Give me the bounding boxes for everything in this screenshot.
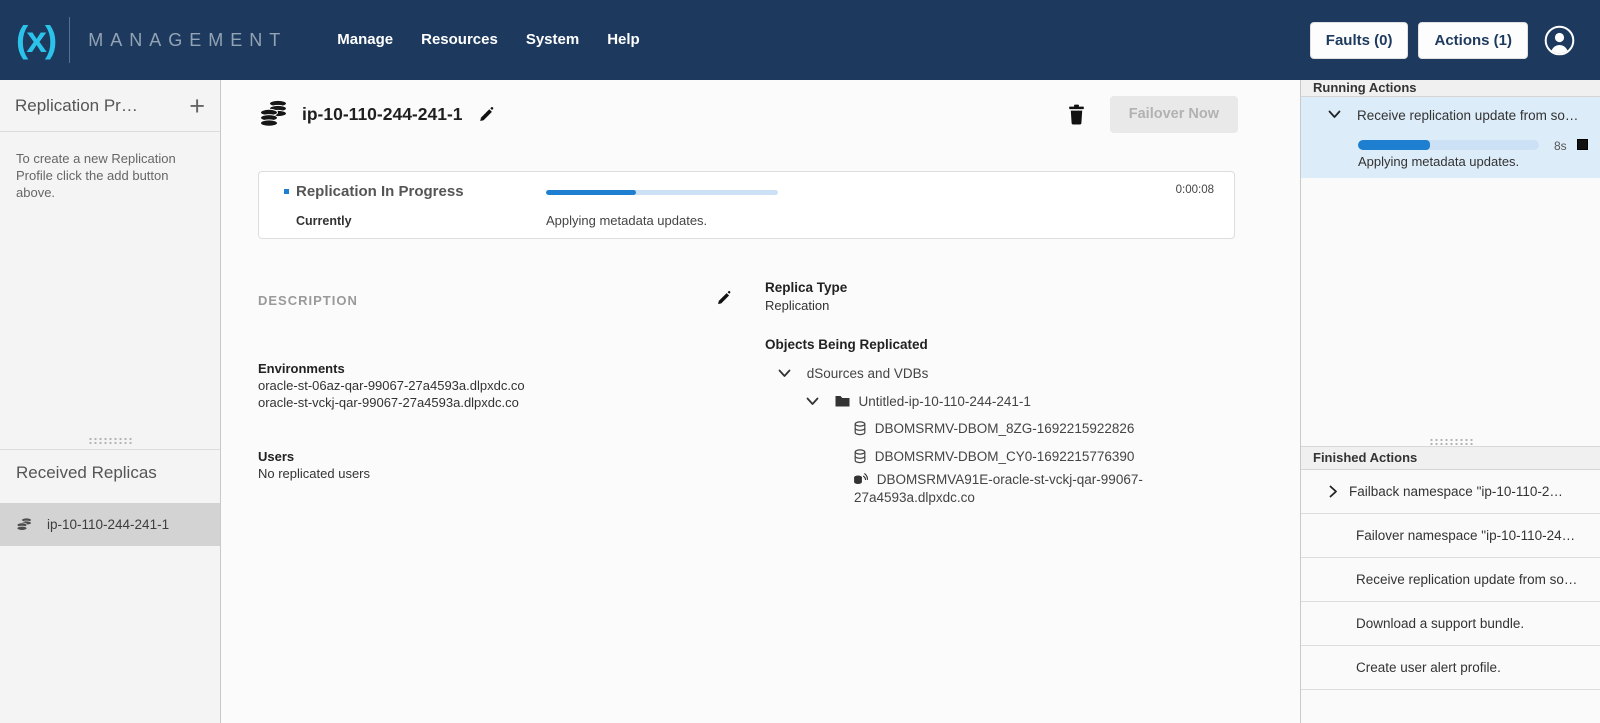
finished-actions-header: Finished Actions — [1301, 446, 1600, 470]
menu-item-system[interactable]: System — [512, 0, 593, 80]
currently-label: Currently — [296, 214, 352, 228]
database-icon — [854, 421, 866, 436]
menu-item-manage[interactable]: Manage — [323, 0, 407, 80]
tree-group-row: Untitled-ip-10-110-244-241-1 — [806, 393, 1031, 409]
replication-profiles-title: Replication Pr… — [15, 96, 189, 116]
stacked-databases-icon — [259, 99, 289, 130]
replica-title-row: ip-10-110-244-241-1 Failover Now — [259, 95, 1238, 133]
currently-value: Applying metadata updates. — [546, 213, 707, 228]
sidebar-item-received-replica[interactable]: ip-10-110-244-241-1 — [0, 503, 220, 546]
actions-panel: Running Actions Receive replication upda… — [1300, 80, 1600, 723]
replication-progress-fill — [546, 190, 636, 195]
finished-action-row[interactable]: Receive replication update from so… — [1301, 558, 1600, 602]
page-title: ip-10-110-244-241-1 — [302, 104, 463, 125]
profiles-empty-hint: To create a new Replication Profile clic… — [16, 150, 208, 201]
finished-action-label: Download a support bundle. — [1356, 616, 1524, 631]
finished-action-label: Receive replication update from so… — [1356, 572, 1577, 587]
running-action-item[interactable]: Receive replication update from so… 8s A… — [1301, 97, 1600, 178]
app-window: (x) MANAGEMENT Manage Resources System H… — [0, 0, 1600, 723]
menu-item-resources[interactable]: Resources — [407, 0, 512, 80]
edit-description-pencil-icon[interactable] — [716, 290, 732, 306]
chevron-down-icon[interactable] — [806, 397, 819, 406]
chevron-down-icon[interactable] — [778, 369, 791, 378]
environment-item: oracle-st-vckj-qar-99067-27a4593a.dlpxdc… — [258, 394, 525, 411]
elapsed-time: 0:00:08 — [1176, 184, 1214, 196]
nav-right-group: Faults (0) Actions (1) — [1300, 22, 1575, 59]
nav-divider — [69, 17, 70, 63]
finished-action-label: Failover namespace "ip-10-110-24… — [1356, 528, 1575, 543]
replication-progress-card: Replication In Progress 0:00:08 Currentl… — [258, 171, 1235, 239]
top-navbar: (x) MANAGEMENT Manage Resources System H… — [0, 0, 1600, 80]
failover-now-button[interactable]: Failover Now — [1110, 96, 1238, 133]
tree-db-row: DBOMSRMV-DBOM_8ZG-1692215922826 — [854, 420, 1154, 436]
product-name: MANAGEMENT — [88, 30, 287, 51]
description-row: DESCRIPTION — [258, 292, 718, 310]
users-value: No replicated users — [258, 465, 370, 482]
chevron-down-icon[interactable] — [1328, 110, 1341, 119]
finished-action-label: Failback namespace "ip-10-110-2… — [1349, 484, 1563, 499]
database-icon — [854, 449, 866, 464]
running-action-detail: Applying metadata updates. — [1358, 154, 1519, 169]
delete-trash-icon[interactable] — [1067, 104, 1086, 125]
content-area: Replication Pr… + To create a new Replic… — [0, 80, 1600, 723]
finished-action-row[interactable]: Failover namespace "ip-10-110-24… — [1301, 514, 1600, 558]
status-bullet-icon — [284, 189, 289, 194]
replica-type-value: Replication — [765, 298, 829, 313]
left-sidebar: Replication Pr… + To create a new Replic… — [0, 80, 221, 723]
folder-icon — [835, 395, 850, 407]
sidebar-separator — [0, 449, 220, 450]
finished-action-row[interactable]: Download a support bundle. — [1301, 602, 1600, 646]
tree-root-row: dSources and VDBs — [778, 365, 928, 381]
description-label: DESCRIPTION — [258, 293, 358, 308]
replication-progress-bar — [546, 190, 778, 195]
stop-action-button[interactable] — [1577, 139, 1588, 150]
actions-button[interactable]: Actions (1) — [1418, 22, 1528, 59]
main-panel: ip-10-110-244-241-1 Failover Now — [221, 80, 1300, 723]
edit-title-pencil-icon[interactable] — [478, 106, 495, 123]
delphix-logo-icon: (x) — [16, 0, 55, 80]
running-actions-header: Running Actions — [1301, 80, 1600, 97]
users-label: Users — [258, 448, 370, 465]
running-action-elapsed: 8s — [1554, 139, 1567, 153]
sidebar-resize-handle[interactable] — [0, 437, 220, 444]
environment-item: oracle-st-06az-qar-99067-27a4593a.dlpxdc… — [258, 377, 525, 394]
finished-action-label: Create user alert profile. — [1356, 660, 1501, 675]
received-replicas-header: Received Replicas — [16, 463, 157, 483]
add-profile-plus-icon[interactable]: + — [189, 94, 205, 118]
menu-item-help[interactable]: Help — [593, 0, 654, 80]
sidebar-item-label: ip-10-110-244-241-1 — [47, 517, 169, 532]
finished-action-row[interactable]: Create user alert profile. — [1301, 646, 1600, 690]
faults-button[interactable]: Faults (0) — [1310, 22, 1409, 59]
finished-action-row[interactable]: Failback namespace "ip-10-110-2… — [1301, 470, 1600, 514]
tree-db-label[interactable]: DBOMSRMV-DBOM_CY0-1692215776390 — [875, 449, 1135, 464]
environments-label: Environments — [258, 360, 525, 377]
environments-block: Environments oracle-st-06az-qar-99067-27… — [258, 360, 525, 411]
running-action-title: Receive replication update from so… — [1357, 108, 1578, 123]
users-block: Users No replicated users — [258, 448, 370, 482]
actions-panel-resize-handle[interactable] — [1301, 438, 1600, 445]
replica-icon — [16, 516, 33, 533]
main-menu: Manage Resources System Help — [323, 0, 653, 80]
replication-status-text: Replication In Progress — [296, 183, 464, 200]
tree-db-row: DBOMSRMV-DBOM_CY0-1692215776390 — [854, 448, 1154, 464]
running-action-progress-fill — [1358, 140, 1430, 150]
running-action-progress-bar — [1358, 140, 1539, 150]
tree-vdb-label[interactable]: DBOMSRMVA91E-oracle-st-vckj-qar-99067-27… — [854, 472, 1143, 505]
tree-group-label[interactable]: Untitled-ip-10-110-244-241-1 — [859, 394, 1031, 409]
vdb-icon — [854, 473, 868, 486]
tree-db-label[interactable]: DBOMSRMV-DBOM_8ZG-1692215922826 — [875, 421, 1135, 436]
user-avatar-icon[interactable] — [1544, 25, 1575, 56]
objects-being-replicated-label: Objects Being Replicated — [765, 337, 928, 352]
replica-type-label: Replica Type — [765, 280, 847, 295]
tree-root-label[interactable]: dSources and VDBs — [807, 366, 929, 381]
chevron-right-icon[interactable] — [1329, 485, 1338, 498]
tree-vdb-row: DBOMSRMVA91E-oracle-st-vckj-qar-99067-27… — [854, 470, 1149, 506]
finished-actions-list: Failback namespace "ip-10-110-2… Failove… — [1301, 470, 1600, 690]
replication-profiles-header: Replication Pr… + — [0, 80, 220, 132]
